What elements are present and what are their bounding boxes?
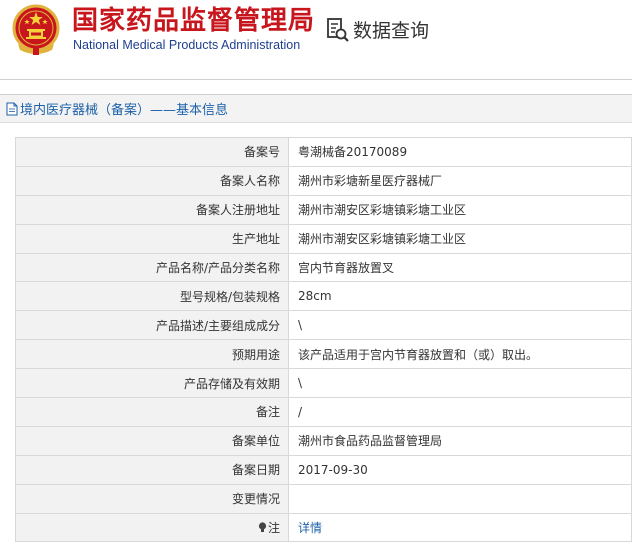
row-value xyxy=(288,483,632,514)
row-label: 注 xyxy=(15,512,289,543)
basic-info-section: 境内医疗器械（备案）——基本信息 备案号 粤潮械备20170089 备案人名称 潮州市… xyxy=(0,94,632,550)
row-label: 备案人注册地址 xyxy=(15,194,289,225)
table-row: 生产地址 潮州市潮安区彩塘镇彩塘工业区 xyxy=(15,223,632,254)
row-value: \ xyxy=(288,368,632,399)
table-row: 预期用途 该产品适用于宫内节育器放置和（或）取出。 xyxy=(15,339,632,370)
data-query-title: 数据查询 xyxy=(353,20,430,42)
row-label: 备注 xyxy=(15,397,289,427)
table-row: 备注 / xyxy=(15,397,632,427)
row-value: 粤潮械备20170089 xyxy=(288,137,632,167)
lightbulb-icon xyxy=(258,522,267,533)
row-value: \ xyxy=(288,310,632,341)
table-row: 备案单位 潮州市食品药品监督管理局 xyxy=(15,425,632,456)
table-row: 备案号 粤潮械备20170089 xyxy=(15,137,632,167)
document-icon xyxy=(6,102,18,115)
row-label: 产品存储及有效期 xyxy=(15,368,289,399)
data-query-heading: 数据查询 xyxy=(326,16,429,43)
row-label: 型号规格/包装规格 xyxy=(15,281,289,312)
row-value: 28cm xyxy=(288,281,632,312)
row-label: 变更情况 xyxy=(15,483,289,514)
row-label: 产品名称/产品分类名称 xyxy=(15,252,289,283)
section-title: 境内医疗器械（备案）——基本信息 xyxy=(20,103,229,118)
row-value: 潮州市潮安区彩塘镇彩塘工业区 xyxy=(288,194,632,225)
row-value: 潮州市彩塘新星医疗器械厂 xyxy=(288,165,632,196)
row-label: 预期用途 xyxy=(15,339,289,370)
row-label: 备案号 xyxy=(15,137,289,167)
row-value: 该产品适用于宫内节育器放置和（或）取出。 xyxy=(288,339,632,370)
row-label: 备案单位 xyxy=(15,425,289,456)
section-title-bar: 境内医疗器械（备案）——基本信息 xyxy=(0,95,632,123)
header-divider xyxy=(0,79,632,80)
national-emblem-icon xyxy=(12,4,60,55)
row-value: 潮州市食品药品监督管理局 xyxy=(288,425,632,456)
site-header: 国家药品监督管理局 National Medical Products Admi… xyxy=(0,0,632,72)
info-table: 备案号 粤潮械备20170089 备案人名称 潮州市彩塘新星医疗器械厂 备案人注册地址潮… xyxy=(15,137,632,543)
row-value: 潮州市潮安区彩塘镇彩塘工业区 xyxy=(288,223,632,254)
table-row: 产品名称/产品分类名称 宫内节育器放置叉 xyxy=(15,252,632,283)
details-link[interactable]: 详情 xyxy=(298,521,322,535)
row-label: 备案日期 xyxy=(15,454,289,485)
document-search-icon xyxy=(327,17,349,42)
table-row: 备案日期 2017-09-30 xyxy=(15,454,632,485)
row-value: 详情 xyxy=(288,512,632,543)
row-label: 产品描述/主要组成成分 xyxy=(15,310,289,341)
table-row: 产品存储及有效期 \ xyxy=(15,368,632,399)
table-row: 变更情况 xyxy=(15,483,632,514)
row-label: 备案人名称 xyxy=(15,165,289,196)
row-label: 生产地址 xyxy=(15,223,289,254)
note-row: 注 详情 xyxy=(15,512,632,543)
row-value: 2017-09-30 xyxy=(288,454,632,485)
table-row: 型号规格/包装规格 28cm xyxy=(15,281,632,312)
row-value: / xyxy=(288,397,632,427)
note-label: 注 xyxy=(267,521,280,536)
agency-name-en: National Medical Products Administration xyxy=(73,38,301,52)
table-row: 产品描述/主要组成成分 \ xyxy=(15,310,632,341)
table-row: 备案人注册地址 潮州市潮安区彩塘镇彩塘工业区 xyxy=(15,194,632,225)
agency-name-cn: 国家药品监督管理局 xyxy=(72,6,316,36)
table-row: 备案人名称 潮州市彩塘新星医疗器械厂 xyxy=(15,165,632,196)
row-value: 宫内节育器放置叉 xyxy=(288,252,632,283)
